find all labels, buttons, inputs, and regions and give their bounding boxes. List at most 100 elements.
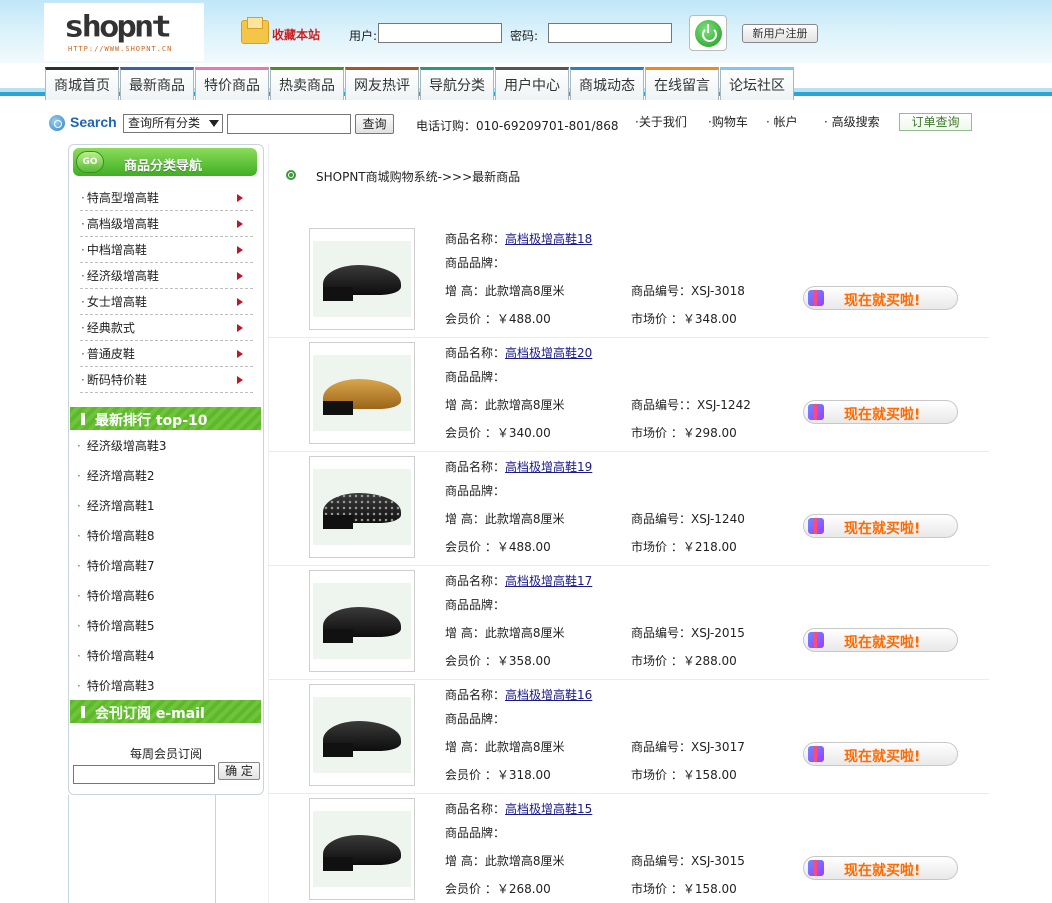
category-item[interactable]: · 中档增高鞋 <box>80 237 253 263</box>
product-name-link[interactable]: 高档极增高鞋17 <box>505 574 592 588</box>
product-row: 商品名称：高档极增高鞋15 商品品牌： 增 高：此款增高8厘米 商品编号：XSJ-30… <box>268 794 989 903</box>
ranking-item[interactable]: · 特价增高鞋5 <box>77 617 247 647</box>
nav-tab-4[interactable]: 网友热评 <box>345 67 419 100</box>
order-query-button[interactable]: 订单查询 <box>899 113 972 131</box>
member-price: 340.00 <box>508 426 551 440</box>
category-item[interactable]: · 普通皮鞋 <box>80 341 253 367</box>
bullet-icon: · <box>81 347 85 361</box>
password-input[interactable] <box>548 23 672 43</box>
category-label: 高档级增高鞋 <box>86 217 159 231</box>
category-item[interactable]: · 特高型增高鞋 <box>80 185 253 211</box>
arrow-right-icon <box>237 194 243 202</box>
buy-now-button[interactable]: 现在就买啦! <box>803 742 958 766</box>
member-price-label: 会员价 ：￥488.00 <box>445 538 551 555</box>
arrow-right-icon <box>237 298 243 306</box>
ranking-item[interactable]: · 特价增高鞋8 <box>77 527 247 557</box>
ranking-item[interactable]: · 特价增高鞋7 <box>77 557 247 587</box>
ranking-item[interactable]: · 经济增高鞋2 <box>77 467 247 497</box>
nav-tab-0[interactable]: 商城首页 <box>45 67 119 100</box>
product-row: 商品名称：高档极增高鞋17 商品品牌： 增 高：此款增高8厘米 商品编号：XSJ-20… <box>268 566 989 680</box>
product-code-label: 商品编号：：XSJ-1242 <box>631 396 751 413</box>
label-text: 商品名称： <box>445 460 506 474</box>
folder-star-icon[interactable] <box>241 17 269 44</box>
category-title: 商品分类导航 <box>124 159 203 174</box>
site-logo[interactable]: shopnt HTTP://WWW.SHOPNT.CN <box>44 3 204 61</box>
buy-now-button[interactable]: 现在就买啦! <box>803 514 958 538</box>
about-us-link[interactable]: ·关于我们 <box>635 114 687 130</box>
nav-tab-8[interactable]: 在线留言 <box>645 67 719 100</box>
product-image[interactable] <box>309 798 415 900</box>
category-label: 普通皮鞋 <box>86 347 135 361</box>
buy-now-button[interactable]: 现在就买啦! <box>803 628 958 652</box>
ranking-label: 特价增高鞋3 <box>86 679 155 693</box>
category-label: 中档增高鞋 <box>86 243 147 257</box>
market-price-label: 市场价 ：￥158.00 <box>631 766 737 783</box>
nav-tab-2[interactable]: 特价商品 <box>195 67 269 100</box>
category-item[interactable]: · 女士增高鞋 <box>80 289 253 315</box>
product-image[interactable] <box>309 684 415 786</box>
product-name-link[interactable]: 高档极增高鞋19 <box>505 460 592 474</box>
search-input[interactable] <box>227 114 351 134</box>
query-button[interactable]: 查询 <box>355 114 394 134</box>
product-name-link[interactable]: 高档极增高鞋18 <box>505 232 592 246</box>
ranking-item[interactable]: · 特价增高鞋4 <box>77 647 247 677</box>
search-icon <box>49 115 65 131</box>
email-field[interactable] <box>73 765 215 784</box>
username-input[interactable] <box>378 23 502 43</box>
product-row: 商品名称：高档极增高鞋16 商品品牌： 增 高：此款增高8厘米 商品编号：XSJ-30… <box>268 680 989 794</box>
bullet-icon: · <box>81 373 85 387</box>
product-code: XSJ-1240 <box>691 512 745 526</box>
gift-icon <box>808 404 824 420</box>
phone-order-text: 电话订购：010-69209701-801/868 <box>416 119 619 133</box>
nav-tab-6[interactable]: 用户中心 <box>495 67 569 100</box>
power-icon <box>695 20 722 47</box>
ranking-header: 最新排行 top-10 <box>70 407 261 430</box>
account-link[interactable]: · 帐户 <box>766 114 798 130</box>
cart-link[interactable]: ·购物车 <box>708 114 748 130</box>
sidebar-column <box>68 795 216 903</box>
market-price: 298.00 <box>694 426 737 440</box>
bar-marker-icon <box>81 413 85 425</box>
category-item[interactable]: · 高档级增高鞋 <box>80 211 253 237</box>
ranking-item[interactable]: · 特价增高鞋6 <box>77 587 247 617</box>
buy-now-label: 现在就买啦! <box>844 635 921 651</box>
nav-tab-3[interactable]: 热卖商品 <box>270 67 344 100</box>
nav-tab-1[interactable]: 最新商品 <box>120 67 194 100</box>
shoe-icon <box>323 607 401 643</box>
buy-now-button[interactable]: 现在就买啦! <box>803 856 958 880</box>
buy-now-button[interactable]: 现在就买啦! <box>803 400 958 424</box>
nav-tab-5[interactable]: 导航分类 <box>420 67 494 100</box>
gift-icon <box>808 518 824 534</box>
nav-tab-9[interactable]: 论坛社区 <box>720 67 794 100</box>
advanced-search-link[interactable]: · 高级搜索 <box>824 114 880 130</box>
product-image[interactable] <box>309 570 415 672</box>
category-item[interactable]: · 断码特价鞋 <box>80 367 253 393</box>
bookmark-site-link[interactable]: 收藏本站 <box>272 26 320 43</box>
category-item[interactable]: · 经典款式 <box>80 315 253 341</box>
label-text: 商品编号： <box>631 854 692 868</box>
product-code-label: 商品编号：XSJ-3015 <box>631 852 745 869</box>
ranking-item[interactable]: · 经济增高鞋1 <box>77 497 247 527</box>
register-button[interactable]: 新用户注册 <box>742 24 818 43</box>
ranking-item[interactable]: · 经济级增高鞋3 <box>77 437 247 467</box>
product-name-link[interactable]: 高档极增高鞋15 <box>505 802 592 816</box>
product-code: XSJ-3017 <box>691 740 745 754</box>
category-select[interactable]: 查询所有分类 <box>123 114 223 133</box>
breadcrumb-dot-icon <box>286 170 296 180</box>
product-image[interactable] <box>309 342 415 444</box>
product-name-label: 商品名称：高档极增高鞋20 <box>445 344 592 361</box>
member-price: 358.00 <box>508 654 551 668</box>
subscribe-button[interactable]: 确 定 <box>218 762 260 780</box>
login-button[interactable] <box>689 15 727 51</box>
label-text: 商品编号： <box>631 626 692 640</box>
product-name-label: 商品名称：高档极增高鞋15 <box>445 800 592 817</box>
product-image[interactable] <box>309 456 415 558</box>
label-text: 商品名称： <box>445 574 506 588</box>
ranking-label: 经济级增高鞋3 <box>86 439 167 453</box>
nav-tab-7[interactable]: 商城动态 <box>570 67 644 100</box>
buy-now-button[interactable]: 现在就买啦! <box>803 286 958 310</box>
product-name-link[interactable]: 高档极增高鞋16 <box>505 688 592 702</box>
category-item[interactable]: · 经济级增高鞋 <box>80 263 253 289</box>
product-name-link[interactable]: 高档极增高鞋20 <box>505 346 592 360</box>
product-image[interactable] <box>309 228 415 330</box>
